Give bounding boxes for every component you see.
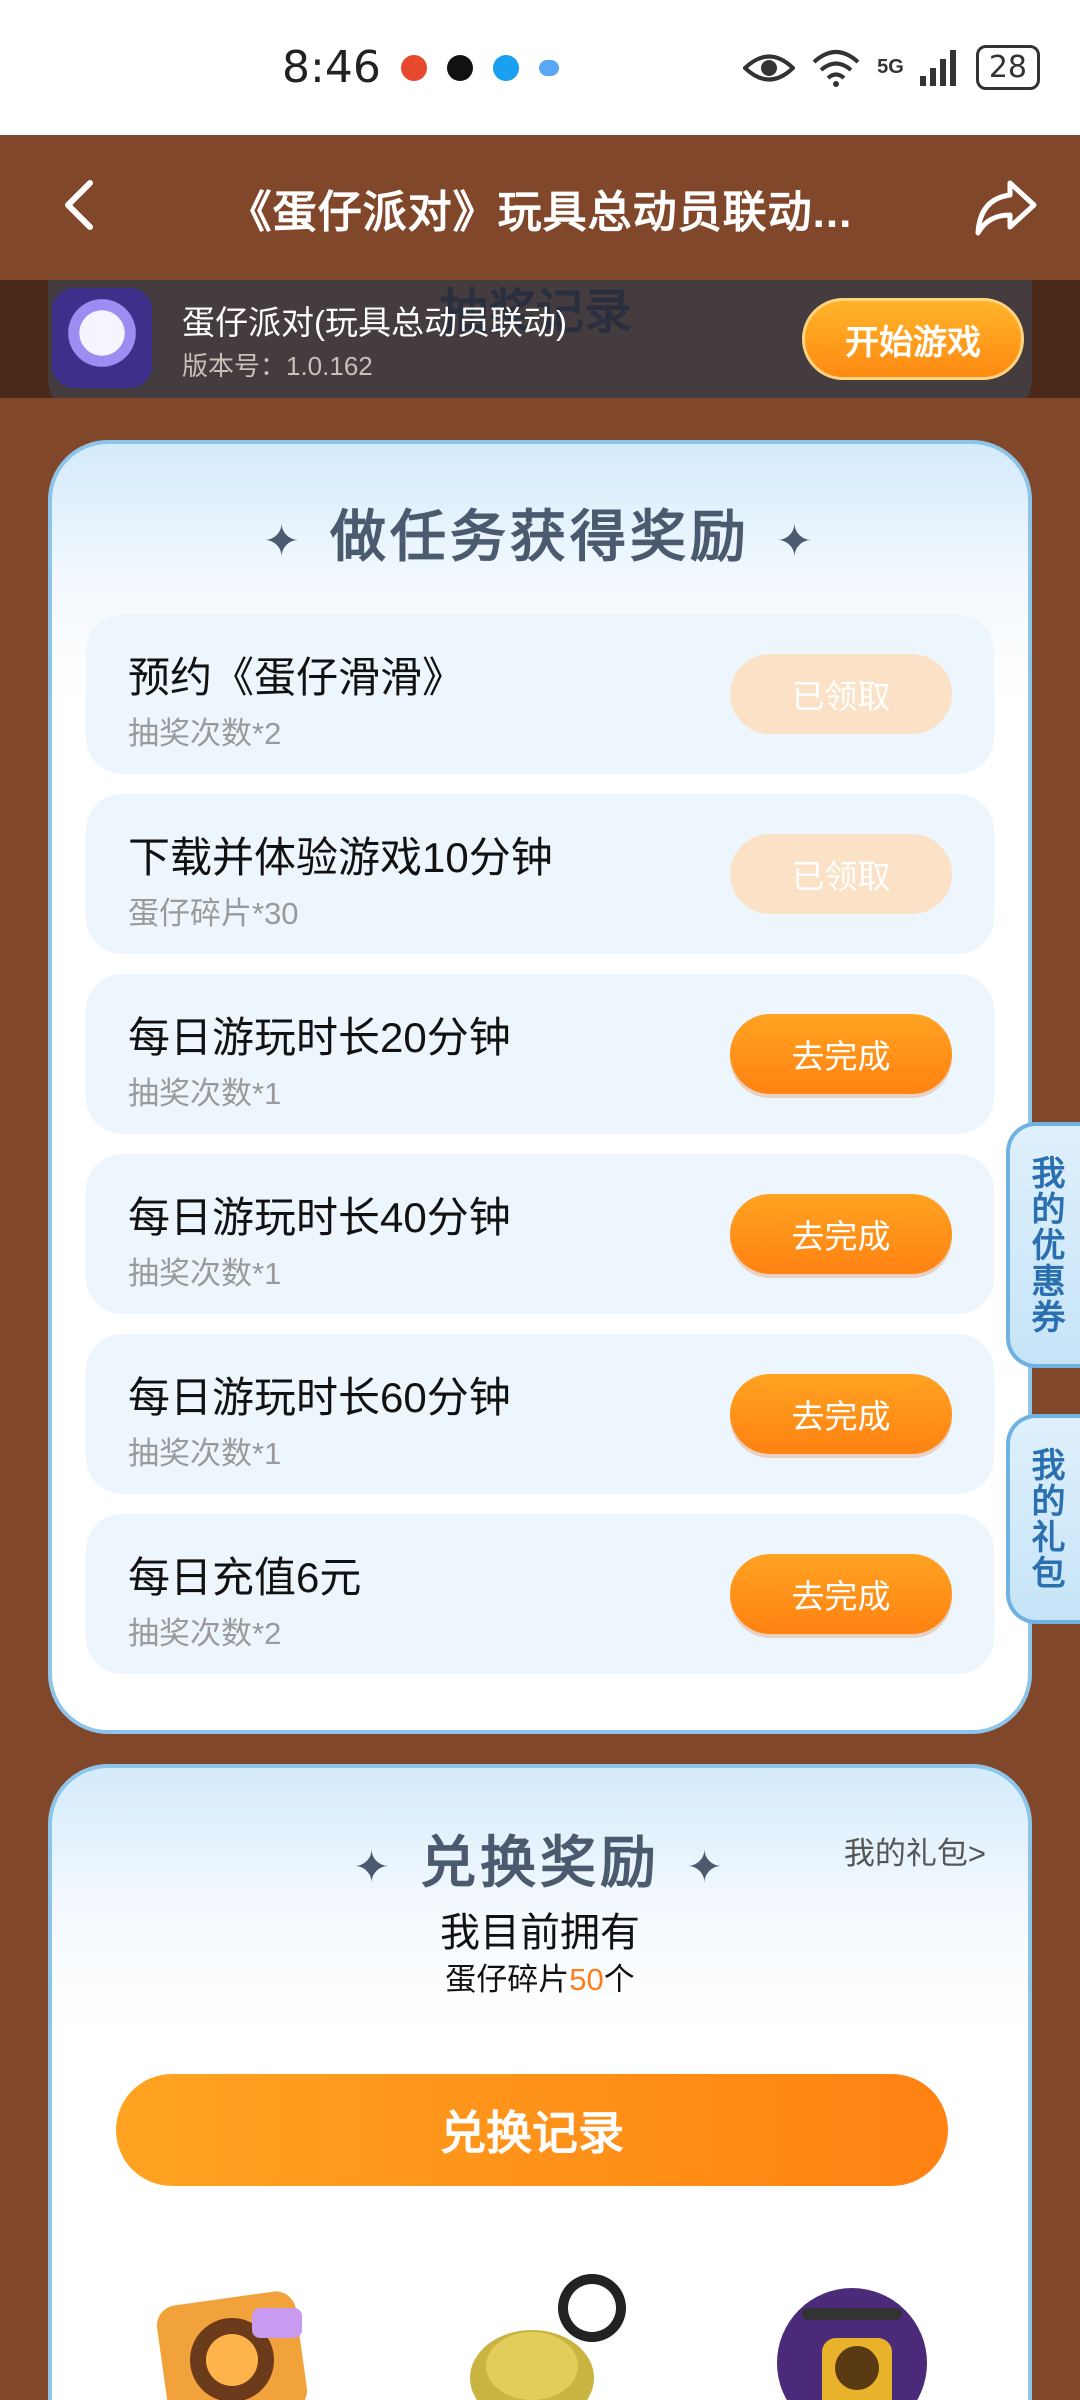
owned-amount: 蛋仔碎片50个 [52, 1954, 1028, 1999]
task-go-button[interactable]: 去完成 [730, 1554, 952, 1634]
task-card: ✦ 做任务获得奖励 ✦ 预约《蛋仔滑滑》 抽奖次数*2 已领取 下载并体验游戏10分… [48, 440, 1032, 1734]
task-reward: 抽奖次数*2 [128, 716, 282, 751]
page-title: 《蛋仔派对》玩具总动员联动... [227, 187, 853, 237]
exchange-title-text: 兑换奖励 [420, 1831, 660, 1894]
my-coupons-tab[interactable]: 我的优惠券 [1006, 1122, 1080, 1368]
task-claimed-button[interactable]: 已领取 [730, 654, 952, 734]
prize-piggy-image[interactable] [452, 2268, 632, 2400]
task-reward: 抽奖次数*1 [128, 1076, 282, 1111]
task-name: 每日游玩时长40分钟 [128, 1194, 511, 1241]
back-arrow-icon[interactable] [52, 175, 112, 235]
battery-level: 28 [975, 45, 1040, 90]
exchange-card: ✦ 兑换奖励 ✦ 我的礼包> 我目前拥有 蛋仔碎片50个 兑换记录 [48, 1764, 1032, 2400]
task-title-text: 做任务获得奖励 [330, 505, 750, 568]
game-name: 蛋仔派对(玩具总动员联动) [182, 304, 567, 341]
task-reward: 抽奖次数*2 [128, 1616, 282, 1651]
my-gifts-link[interactable]: 我的礼包> [844, 1828, 986, 1873]
owned-suffix: 个 [603, 1962, 635, 1997]
task-item: 每日游玩时长40分钟 抽奖次数*1 去完成 [86, 1154, 994, 1314]
task-item: 预约《蛋仔滑滑》 抽奖次数*2 已领取 [86, 614, 994, 774]
exchange-record-button[interactable]: 兑换记录 [116, 2074, 948, 2186]
task-item: 每日游玩时长60分钟 抽奖次数*1 去完成 [86, 1334, 994, 1494]
task-reward: 抽奖次数*1 [128, 1436, 282, 1471]
my-coupons-label: 我的优惠券 [1026, 1155, 1064, 1335]
task-name: 预约《蛋仔滑滑》 [128, 654, 465, 701]
game-version: 版本号：1.0.162 [182, 351, 373, 381]
wifi-icon [812, 49, 860, 87]
task-go-button[interactable]: 去完成 [730, 1194, 952, 1274]
task-name: 每日游玩时长20分钟 [128, 1014, 511, 1061]
network-type: 5G [877, 56, 904, 78]
task-item: 下载并体验游戏10分钟 蛋仔碎片*30 已领取 [86, 794, 994, 954]
app-notification-icon [400, 54, 427, 81]
sparkle-icon: ✦ [686, 1843, 727, 1892]
signal-icon [919, 49, 956, 86]
tiktok-notification-icon [446, 54, 473, 81]
game-app-icon [52, 288, 152, 388]
clock: 8:46 [282, 42, 381, 93]
task-name: 每日充值6元 [128, 1554, 362, 1601]
task-claimed-button[interactable]: 已领取 [730, 834, 952, 914]
game-info-bar: 抽奖记录 蛋仔派对(玩具总动员联动) 版本号：1.0.162 开始游戏 [0, 280, 1080, 398]
eye-icon [743, 54, 796, 81]
task-name: 每日游玩时长60分钟 [128, 1374, 511, 1421]
task-reward: 抽奖次数*1 [128, 1256, 282, 1291]
my-gifts-label: 我的礼包 [1026, 1447, 1064, 1591]
task-go-button[interactable]: 去完成 [730, 1014, 952, 1094]
sparkle-icon: ✦ [263, 517, 304, 566]
status-bar: 8:46 5G 28 [0, 0, 1080, 135]
my-gifts-tab[interactable]: 我的礼包 [1006, 1414, 1080, 1624]
page-header: 《蛋仔派对》玩具总动员联动... [0, 135, 1080, 280]
task-item: 每日充值6元 抽奖次数*2 去完成 [86, 1514, 994, 1674]
start-game-button[interactable]: 开始游戏 [802, 298, 1024, 380]
task-card-title: ✦ 做任务获得奖励 ✦ [52, 492, 1028, 573]
search-notification-icon [492, 54, 519, 81]
status-right: 5G 28 [743, 45, 1040, 90]
sparkle-icon: ✦ [776, 517, 817, 566]
prize-alarm-image[interactable] [762, 2268, 942, 2400]
status-left: 8:46 [282, 42, 559, 93]
sparkle-icon: ✦ [353, 1843, 394, 1892]
prize-camera-image[interactable] [142, 2268, 322, 2400]
owned-count: 50 [569, 1962, 604, 1997]
task-go-button[interactable]: 去完成 [730, 1374, 952, 1454]
owned-title: 我目前拥有 [440, 1911, 640, 1955]
cloud-notification-icon [538, 59, 559, 76]
task-name: 下载并体验游戏10分钟 [128, 834, 553, 881]
task-item: 每日游玩时长20分钟 抽奖次数*1 去完成 [86, 974, 994, 1134]
task-reward: 蛋仔碎片*30 [128, 896, 299, 931]
owned-prefix: 蛋仔碎片 [445, 1962, 570, 1997]
share-icon[interactable] [972, 173, 1040, 241]
